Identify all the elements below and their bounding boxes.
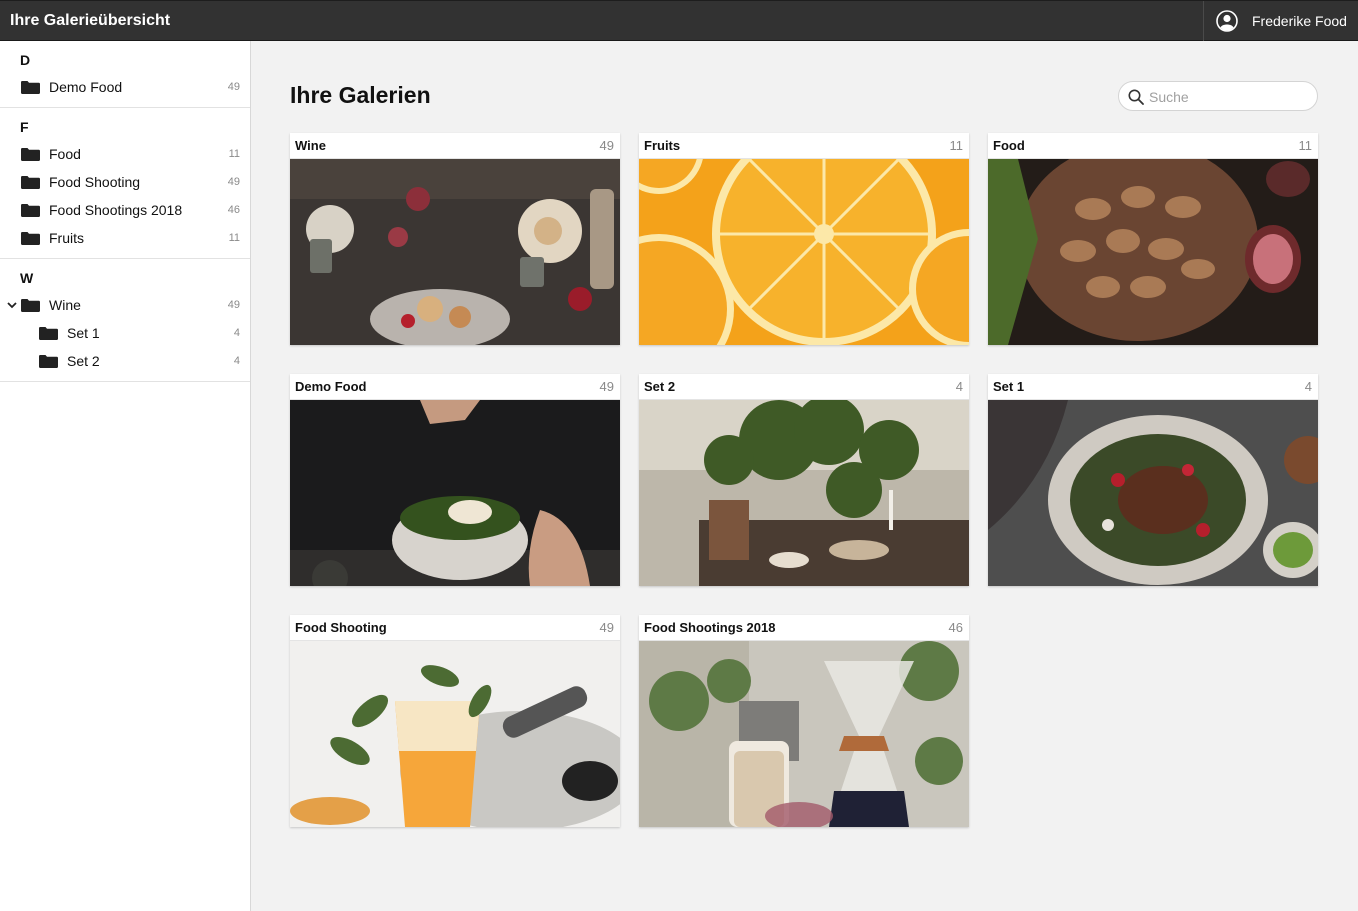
sidebar-item-count: 11 bbox=[228, 148, 240, 160]
sidebar-item-count: 46 bbox=[227, 204, 240, 216]
sidebar-item-wine[interactable]: Wine 49 bbox=[0, 291, 250, 319]
sidebar-item-label: Set 1 bbox=[67, 325, 100, 341]
folder-icon bbox=[39, 355, 58, 368]
user-circle-icon bbox=[1216, 10, 1238, 32]
gallery-count: 49 bbox=[599, 138, 614, 153]
sidebar: D Demo Food 49 F Food 11 Food Shooting 4… bbox=[0, 41, 251, 911]
folder-icon bbox=[39, 327, 58, 340]
sidebar-item-food-shooting[interactable]: Food Shooting 49 bbox=[0, 168, 250, 196]
top-bar: Ihre Galerieübersicht Frederike Food bbox=[0, 0, 1358, 41]
sidebar-item-food-shootings-2018[interactable]: Food Shootings 2018 46 bbox=[0, 196, 250, 224]
gallery-title: Demo Food bbox=[295, 379, 367, 394]
gallery-card-wine[interactable]: Wine 49 bbox=[290, 133, 620, 345]
group-letter: W bbox=[20, 270, 34, 286]
gallery-card-header: Wine 49 bbox=[290, 133, 620, 159]
gallery-card-header: Food 11 bbox=[988, 133, 1318, 159]
folder-icon bbox=[21, 148, 40, 161]
sidebar-item-count: 4 bbox=[233, 327, 240, 339]
folder-icon bbox=[21, 232, 40, 245]
user-menu-button[interactable]: Frederike Food bbox=[1203, 1, 1358, 41]
sidebar-group-w: W Wine 49 Set 1 4 Set 2 4 bbox=[0, 259, 250, 382]
sidebar-item-label: Wine bbox=[49, 297, 81, 313]
gallery-card-header: Set 2 4 bbox=[639, 374, 969, 400]
orange-slices-photo bbox=[639, 159, 969, 345]
sidebar-item-label: Food Shooting bbox=[49, 174, 141, 190]
almonds-figs-photo bbox=[988, 159, 1318, 345]
salad-bowl-photo bbox=[290, 400, 620, 586]
garden-table-photo bbox=[639, 400, 969, 586]
gallery-card-header: Demo Food 49 bbox=[290, 374, 620, 400]
gallery-card-set-1[interactable]: Set 1 4 bbox=[988, 374, 1318, 586]
sidebar-item-count: 49 bbox=[227, 176, 240, 188]
sidebar-group-f: F Food 11 Food Shooting 49 Food Shooting… bbox=[0, 108, 250, 259]
sidebar-item-fruits[interactable]: Fruits 11 bbox=[0, 224, 250, 252]
gallery-card-header: Food Shootings 2018 46 bbox=[639, 615, 969, 641]
gallery-card-food-shooting[interactable]: Food Shooting 49 bbox=[290, 615, 620, 827]
sidebar-item-count: 11 bbox=[228, 232, 240, 244]
gallery-card-fruits[interactable]: Fruits 11 bbox=[639, 133, 969, 345]
gallery-title: Wine bbox=[295, 138, 326, 153]
chevron-down-icon[interactable] bbox=[7, 300, 17, 310]
gallery-card-food[interactable]: Food 11 bbox=[988, 133, 1318, 345]
gallery-count: 49 bbox=[599, 379, 614, 394]
gallery-title: Food bbox=[993, 138, 1025, 153]
gallery-title: Food Shootings 2018 bbox=[644, 620, 776, 635]
app-title: Ihre Galerieübersicht bbox=[10, 12, 171, 29]
group-letter: D bbox=[20, 52, 31, 68]
cocktail-glass-photo bbox=[290, 641, 620, 827]
main-content: Ihre Galerien Wine 49 bbox=[251, 41, 1358, 911]
sidebar-item-label: Set 2 bbox=[67, 353, 100, 369]
gallery-count: 4 bbox=[1304, 379, 1312, 394]
gallery-title: Set 2 bbox=[644, 379, 676, 394]
coffee-chemex-photo bbox=[639, 641, 969, 827]
gallery-card-header: Set 1 4 bbox=[988, 374, 1318, 400]
folder-icon bbox=[21, 81, 40, 94]
wine-table-photo bbox=[290, 159, 620, 345]
folder-icon bbox=[21, 204, 40, 217]
sidebar-item-set-2[interactable]: Set 2 4 bbox=[0, 347, 250, 375]
group-letter: F bbox=[20, 119, 29, 135]
page-title: Ihre Galerien bbox=[290, 82, 431, 108]
sidebar-item-label: Demo Food bbox=[49, 79, 123, 95]
sidebar-item-demo-food[interactable]: Demo Food 49 bbox=[0, 73, 250, 101]
sidebar-item-label: Food Shootings 2018 bbox=[49, 202, 183, 218]
gallery-card-food-shootings-2018[interactable]: Food Shootings 2018 46 bbox=[639, 615, 969, 827]
gallery-count: 49 bbox=[599, 620, 614, 635]
gallery-count: 11 bbox=[949, 138, 964, 153]
gallery-count: 46 bbox=[948, 620, 963, 635]
sidebar-item-label: Food bbox=[49, 146, 81, 162]
sidebar-item-set-1[interactable]: Set 1 4 bbox=[0, 319, 250, 347]
search-input[interactable] bbox=[1149, 86, 1309, 108]
gallery-card-header: Food Shooting 49 bbox=[290, 615, 620, 641]
sidebar-item-count: 4 bbox=[233, 355, 240, 367]
gallery-card-set-2[interactable]: Set 2 4 bbox=[639, 374, 969, 586]
sidebar-item-count: 49 bbox=[227, 299, 240, 311]
user-name: Frederike Food bbox=[1252, 13, 1347, 29]
sidebar-item-food[interactable]: Food 11 bbox=[0, 140, 250, 168]
sidebar-item-label: Fruits bbox=[49, 230, 84, 246]
gallery-title: Set 1 bbox=[993, 379, 1025, 394]
gallery-card-header: Fruits 11 bbox=[639, 133, 969, 159]
salad-plate-photo bbox=[988, 400, 1318, 586]
gallery-title: Fruits bbox=[644, 138, 681, 153]
sidebar-group-d: D Demo Food 49 bbox=[0, 41, 250, 108]
sidebar-item-count: 49 bbox=[227, 81, 240, 93]
gallery-count: 4 bbox=[955, 379, 963, 394]
gallery-count: 11 bbox=[1298, 138, 1313, 153]
gallery-title: Food Shooting bbox=[295, 620, 387, 635]
folder-icon bbox=[21, 299, 40, 312]
search-icon bbox=[1128, 89, 1144, 105]
gallery-card-demo-food[interactable]: Demo Food 49 bbox=[290, 374, 620, 586]
folder-icon bbox=[21, 176, 40, 189]
search-box[interactable] bbox=[1118, 81, 1318, 111]
